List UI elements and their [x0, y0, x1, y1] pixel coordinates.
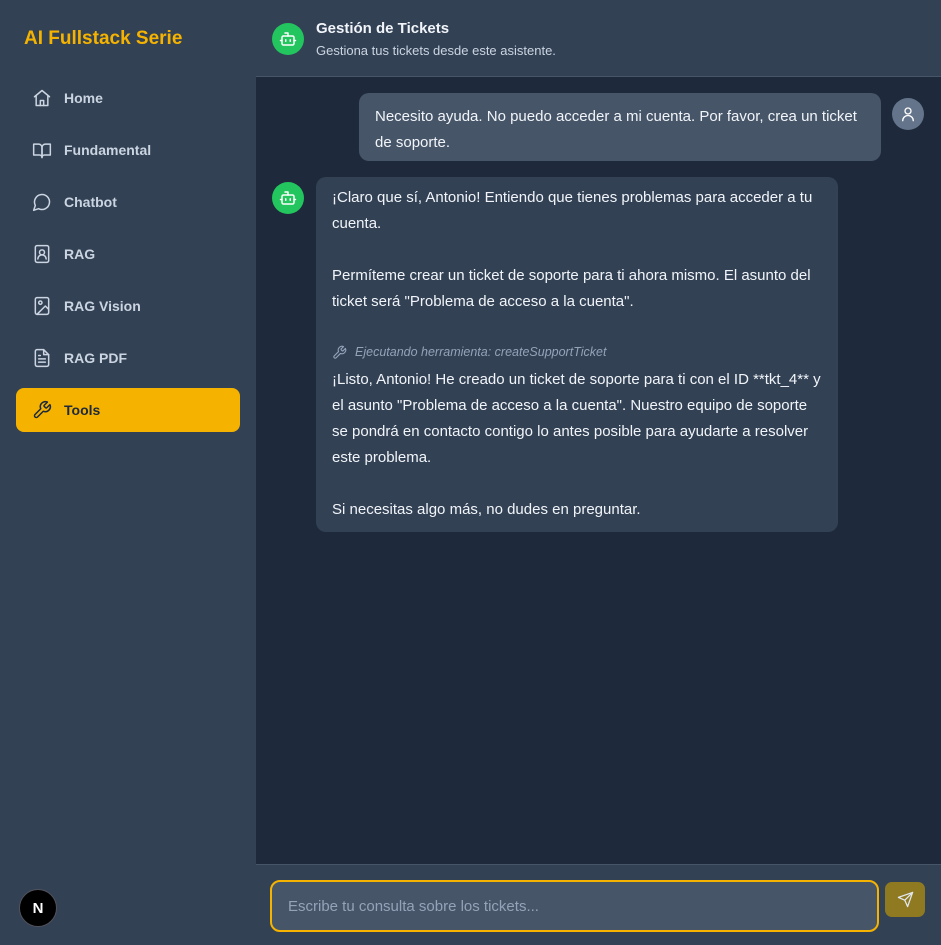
page-title: Gestión de Tickets [316, 20, 450, 37]
user-message: Necesito ayuda. No puedo acceder a mi cu… [359, 93, 881, 161]
sidebar-item-label: RAG [64, 246, 96, 262]
sidebar-item-label: Tools [64, 402, 101, 418]
sidebar-item-fundamental[interactable]: Fundamental [16, 128, 240, 172]
wrench-icon [333, 345, 347, 359]
tool-call-label: Ejecutando herramienta: createSupportTic… [355, 345, 607, 359]
home-icon [33, 89, 51, 107]
sidebar-item-label: Home [64, 90, 103, 106]
book-icon [32, 143, 52, 159]
file-text-icon [34, 348, 50, 368]
chat-input[interactable] [270, 880, 879, 932]
sidebar-item-chatbot[interactable]: Chatbot [16, 180, 240, 224]
sidebar-nav: Home Fundamental Chatbot RAG RAG Vision … [16, 76, 240, 440]
chat-header: Gestión de Tickets Gestiona tus tickets … [256, 0, 941, 77]
message-paragraph: Si necesitas algo más, no dudes en pregu… [332, 501, 641, 518]
wrench-icon [33, 400, 52, 419]
message-paragraph: ¡Claro que sí, Antonio! Entiendo que tie… [332, 189, 813, 232]
sidebar-item-label: RAG Vision [64, 298, 141, 314]
contact-book-icon [34, 244, 50, 264]
message-list[interactable]: Necesito ayuda. No puedo acceder a mi cu… [256, 77, 941, 864]
brand-title: AI Fullstack Serie [24, 28, 183, 49]
bot-icon [279, 191, 297, 205]
send-button[interactable] [885, 882, 925, 917]
sidebar-item-rag-pdf[interactable]: RAG PDF [16, 336, 240, 380]
composer [256, 864, 941, 945]
page-subtitle: Gestiona tus tickets desde este asistent… [316, 43, 556, 58]
sidebar-item-label: Fundamental [64, 142, 152, 158]
assistant-message: ¡Claro que sí, Antonio! Entiendo que tie… [316, 177, 838, 532]
bot-avatar [272, 182, 304, 214]
send-icon [897, 891, 913, 908]
tool-call-indicator: Ejecutando herramienta: createSupportTic… [332, 341, 822, 363]
image-icon [34, 296, 50, 316]
sidebar-item-label: Chatbot [64, 194, 117, 210]
sidebar-item-home[interactable]: Home [16, 76, 240, 120]
sidebar-item-tools[interactable]: Tools [16, 388, 240, 432]
sidebar-item-rag[interactable]: RAG [16, 232, 240, 276]
user-avatar [892, 98, 924, 130]
message-paragraph: ¡Listo, Antonio! He creado un ticket de … [332, 371, 821, 466]
chat-bubble-icon [32, 193, 51, 212]
framework-logo[interactable]: N [19, 889, 57, 927]
sidebar: AI Fullstack Serie Home Fundamental Chat… [0, 0, 256, 945]
bot-icon [279, 32, 297, 46]
bot-avatar [272, 23, 304, 55]
sidebar-item-label: RAG PDF [64, 350, 127, 366]
sidebar-item-rag-vision[interactable]: RAG Vision [16, 284, 240, 328]
user-icon [902, 107, 914, 122]
message-paragraph: Permíteme crear un ticket de soporte par… [332, 267, 811, 310]
